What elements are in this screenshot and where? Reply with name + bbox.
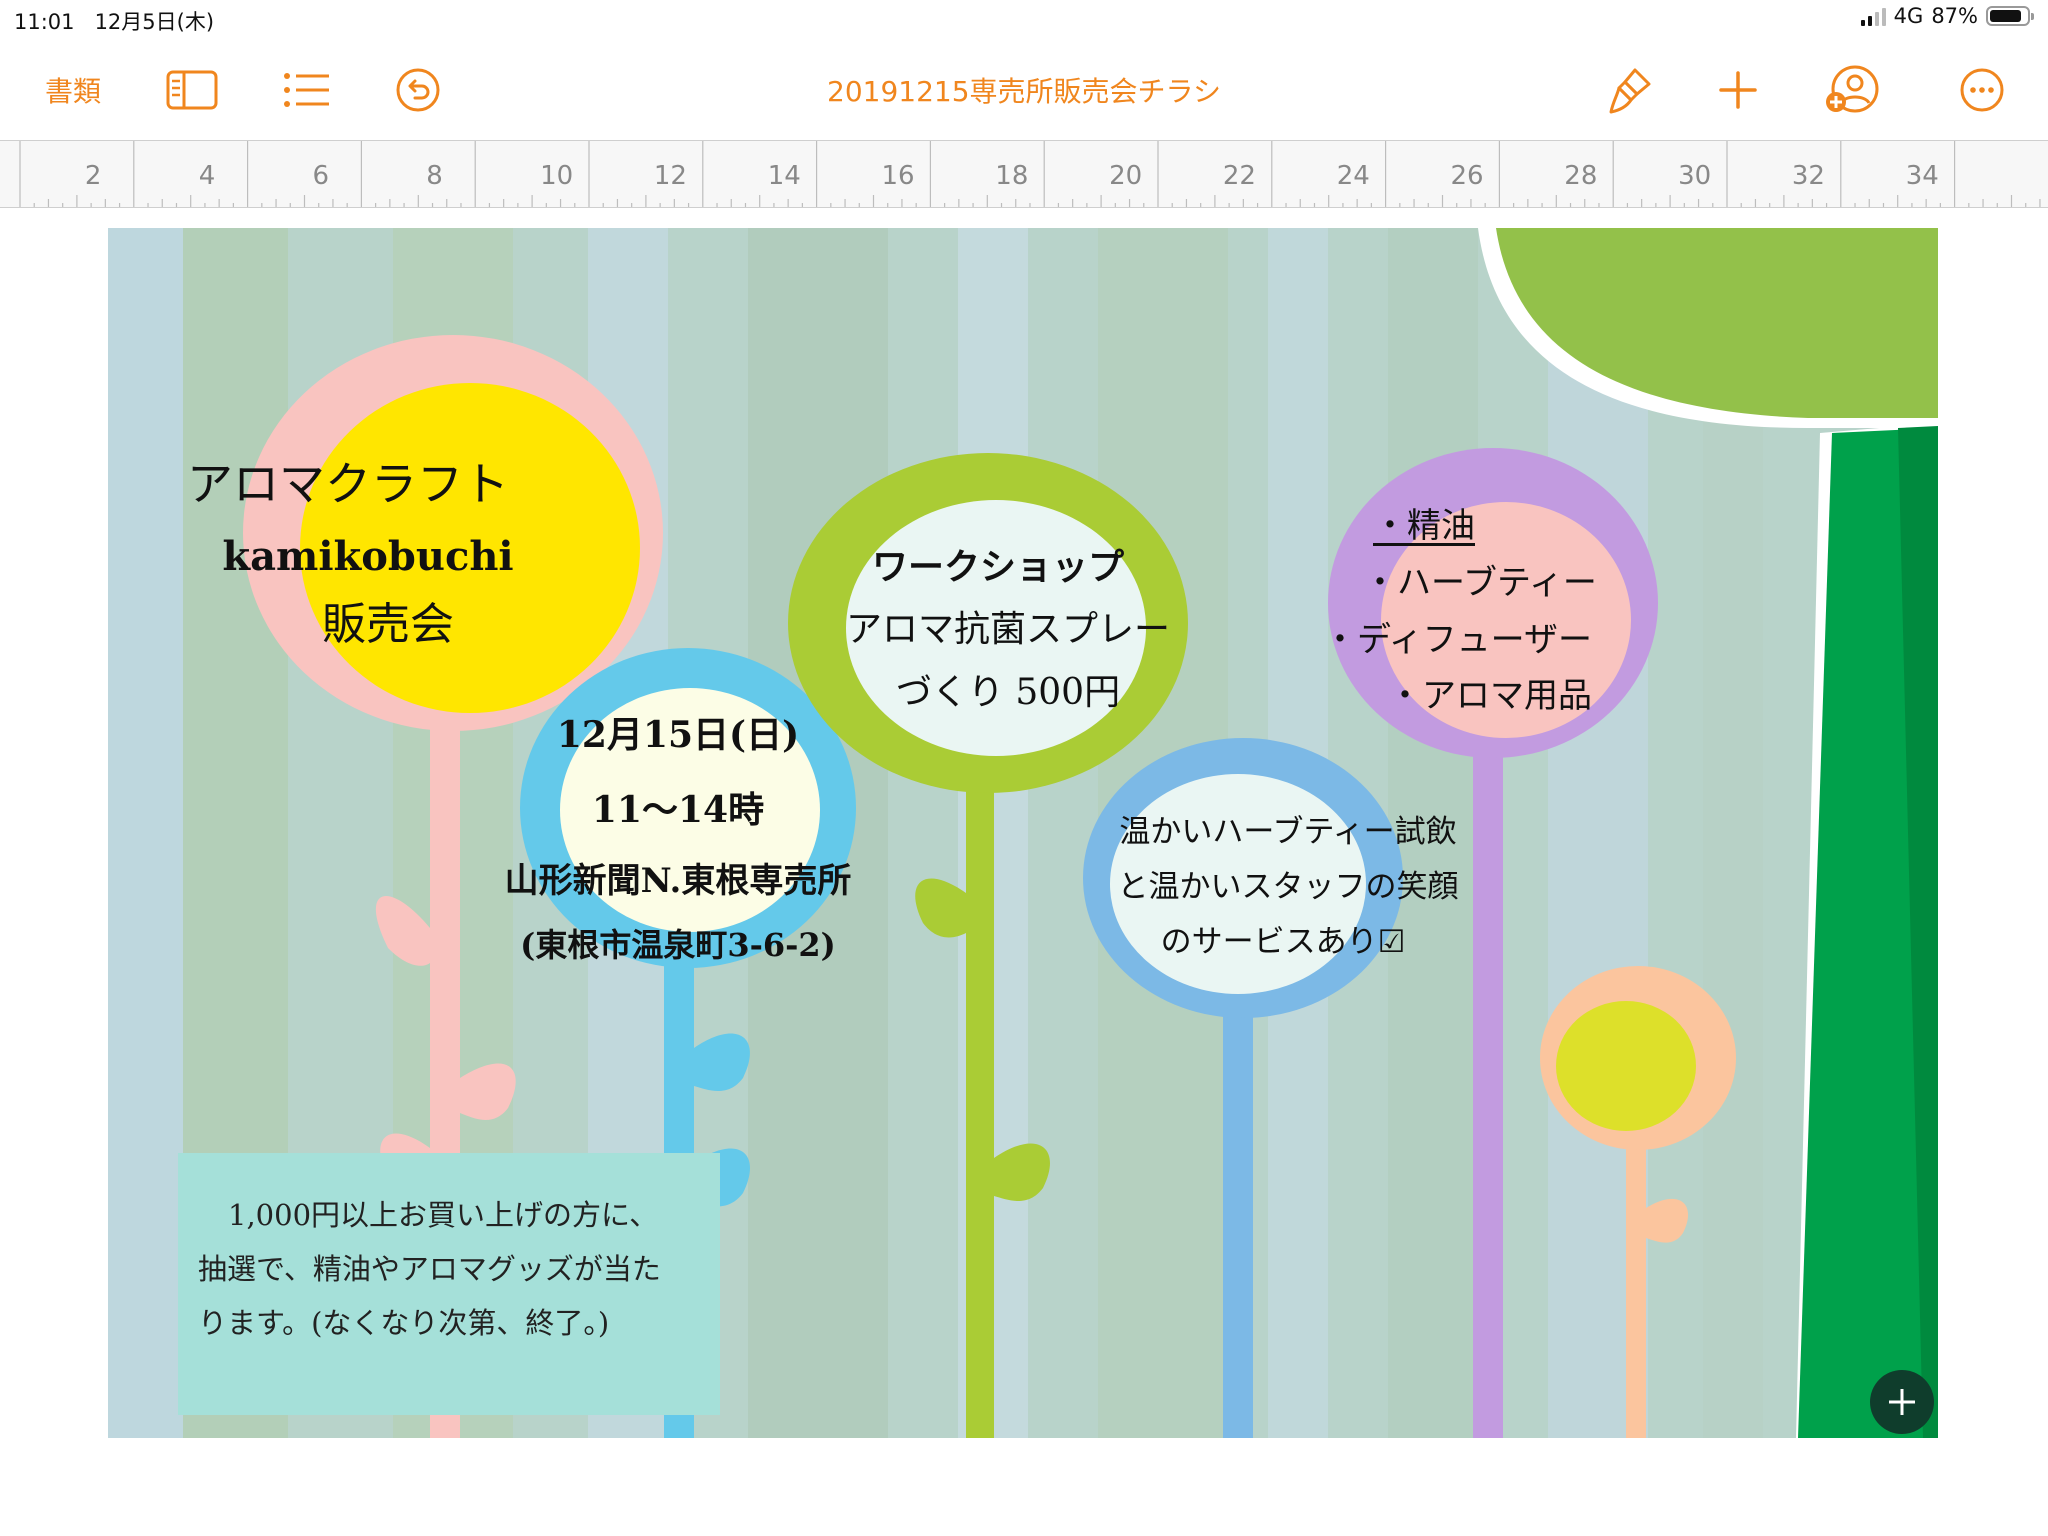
event-hours[interactable]: 11〜14時 bbox=[538, 781, 818, 833]
ruler-label: 16 bbox=[881, 161, 915, 191]
format-button[interactable] bbox=[1598, 40, 1660, 140]
ruler-label: 14 bbox=[767, 161, 801, 191]
document-title[interactable]: 20191215専売所販売会チラシ bbox=[827, 70, 1221, 110]
lottery-line: ります。(なくなり次第、終了。) bbox=[198, 1306, 610, 1340]
sidebar-button[interactable] bbox=[158, 40, 226, 140]
lottery-note-text: 1,000円以上お買い上げの方に、 抽選で、精油やアロマグッズが当た ります。(… bbox=[198, 1188, 708, 1350]
ruler-label: 34 bbox=[1905, 161, 1939, 191]
ruler-label: 18 bbox=[995, 161, 1029, 191]
ruler-label: 22 bbox=[1222, 161, 1256, 191]
lottery-note-box[interactable]: 1,000円以上お買い上げの方に、 抽選で、精油やアロマグッズが当た ります。(… bbox=[178, 1153, 720, 1415]
service-line[interactable]: と温かいスタッフの笑顔 bbox=[1098, 861, 1478, 906]
sidebar-icon bbox=[166, 70, 218, 110]
paintbrush-icon bbox=[1609, 68, 1651, 114]
ruler-label: 12 bbox=[653, 161, 687, 191]
ruler-label: 6 bbox=[312, 161, 330, 191]
lottery-line: 1,000円以上お買い上げの方に、 bbox=[228, 1198, 659, 1232]
product-item[interactable]: ・ハーブティー bbox=[1363, 555, 1623, 604]
status-bar: 11:01 12月5日(木) 4G 87% bbox=[0, 0, 2048, 40]
ruler-label: 2 bbox=[84, 161, 102, 191]
product-item[interactable]: ・ディフューザー bbox=[1323, 612, 1623, 661]
status-right: 4G 87% bbox=[1860, 4, 2034, 28]
product-item[interactable]: ・精油 bbox=[1373, 498, 1503, 547]
list-icon bbox=[284, 73, 329, 107]
ruler-label: 32 bbox=[1791, 161, 1825, 191]
workshop-title[interactable]: ワークショップ bbox=[838, 538, 1158, 590]
ruler-label: 4 bbox=[198, 161, 216, 191]
signal-icon bbox=[1860, 6, 1886, 26]
toolbar: 書類 20191215専売所販売会チラシ bbox=[0, 40, 2048, 140]
flyer-subtitle[interactable]: 販売会 bbox=[248, 588, 528, 652]
product-item-label: ・精油 bbox=[1373, 506, 1475, 546]
more-button[interactable] bbox=[1952, 40, 2012, 140]
ruler[interactable]: 2 4 6 8 10 12 14 16 18 20 22 24 26 28 30 32 34 bbox=[0, 140, 2048, 208]
ruler-label: 20 bbox=[1109, 161, 1143, 191]
flyer-page[interactable]: アロマクラフト kamikobuchi 販売会 12月15日(日) 11〜14時… bbox=[108, 228, 1938, 1438]
outline-button[interactable] bbox=[276, 40, 338, 140]
documents-button[interactable]: 書類 bbox=[28, 40, 118, 140]
plus-icon bbox=[1719, 71, 1757, 109]
workshop-item[interactable]: アロマ抗菌スプレー bbox=[838, 600, 1178, 652]
lottery-line: 抽選で、精油やアロマグッズが当た bbox=[198, 1252, 661, 1286]
ruler-label: 24 bbox=[1336, 161, 1370, 191]
insert-button[interactable] bbox=[1708, 40, 1768, 140]
service-line[interactable]: 温かいハーブティー試飲 bbox=[1098, 806, 1478, 851]
ruler-label: 30 bbox=[1678, 161, 1712, 191]
workshop-price[interactable]: づくり 500円 bbox=[858, 663, 1158, 715]
ruler-label: 26 bbox=[1450, 161, 1484, 191]
flyer-brand[interactable]: kamikobuchi bbox=[198, 533, 538, 580]
product-item[interactable]: ・アロマ用品 bbox=[1388, 668, 1628, 717]
more-icon bbox=[1960, 68, 2004, 112]
undo-button[interactable] bbox=[388, 40, 448, 140]
battery-label: 87% bbox=[1931, 4, 1978, 28]
ruler-label: 28 bbox=[1564, 161, 1598, 191]
ruler-label: 10 bbox=[540, 161, 574, 191]
ruler-label: 8 bbox=[426, 161, 443, 191]
status-time: 11:01 12月5日(木) bbox=[14, 10, 215, 34]
service-line[interactable]: のサービスあり☑ bbox=[1098, 916, 1468, 961]
event-address[interactable]: (東根市温泉町3-6-2) bbox=[498, 920, 858, 966]
add-person-icon bbox=[1826, 65, 1879, 113]
event-date[interactable]: 12月15日(日) bbox=[528, 706, 828, 758]
flyer-title[interactable]: アロマクラフト bbox=[168, 448, 528, 514]
plus-icon bbox=[1889, 1389, 1915, 1415]
documents-label: 書類 bbox=[44, 75, 101, 108]
collaborate-button[interactable] bbox=[1820, 40, 1886, 140]
battery-icon bbox=[1986, 6, 2034, 26]
add-page-button[interactable] bbox=[1870, 1370, 1934, 1434]
undo-icon bbox=[396, 68, 440, 112]
network-label: 4G bbox=[1893, 4, 1924, 28]
event-venue[interactable]: 山形新聞N.東根専売所 bbox=[468, 853, 888, 902]
